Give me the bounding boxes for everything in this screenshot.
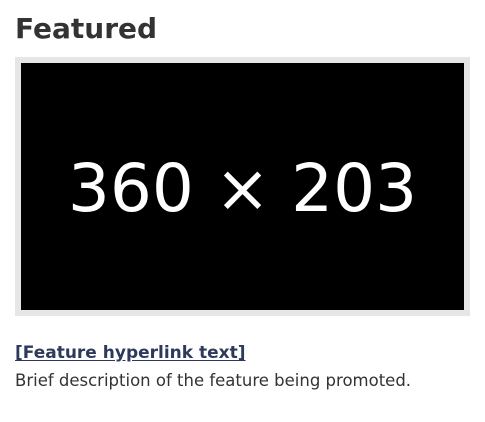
featured-image[interactable]: 360 × 203 bbox=[15, 57, 470, 316]
feature-hyperlink[interactable]: [Feature hyperlink text] bbox=[15, 342, 246, 364]
feature-description: Brief description of the feature being p… bbox=[15, 371, 412, 390]
featured-section: Featured 360 × 203 [Feature hyperlink te… bbox=[15, 0, 470, 392]
image-placeholder-label: 360 × 203 bbox=[67, 149, 418, 227]
featured-heading: Featured bbox=[15, 12, 158, 45]
